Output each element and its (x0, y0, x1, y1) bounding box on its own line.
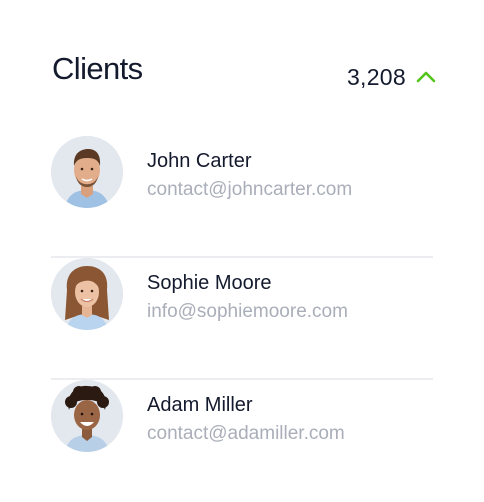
client-count: 3,208 (347, 62, 436, 92)
client-name: John Carter (147, 150, 252, 172)
avatar-john-carter-icon (51, 136, 123, 208)
avatar (51, 258, 123, 330)
client-email: contact@adamiller.com (147, 423, 345, 444)
list-item[interactable]: Sophie Moore info@sophiemoore.com (51, 258, 433, 380)
client-count-value: 3,208 (346, 64, 406, 90)
avatar (51, 380, 123, 452)
client-email: contact@johncarter.com (147, 179, 353, 200)
client-name: Sophie Moore (147, 272, 272, 294)
page-title: Clients (52, 51, 143, 86)
avatar-sophie-moore-icon (51, 258, 123, 330)
client-email: info@sophiemoore.com (147, 301, 348, 322)
client-list: John Carter contact@johncarter.com Sophi… (51, 136, 433, 502)
avatar (51, 136, 123, 208)
avatar-adam-miller-icon (51, 380, 123, 452)
list-item[interactable]: Adam Miller contact@adamiller.com (51, 380, 433, 502)
chevron-up-icon (416, 71, 436, 83)
client-name: Adam Miller (147, 394, 253, 416)
clients-card: Clients 3,208 John Carter contact@johnca… (0, 0, 484, 502)
list-item[interactable]: John Carter contact@johncarter.com (51, 136, 433, 258)
